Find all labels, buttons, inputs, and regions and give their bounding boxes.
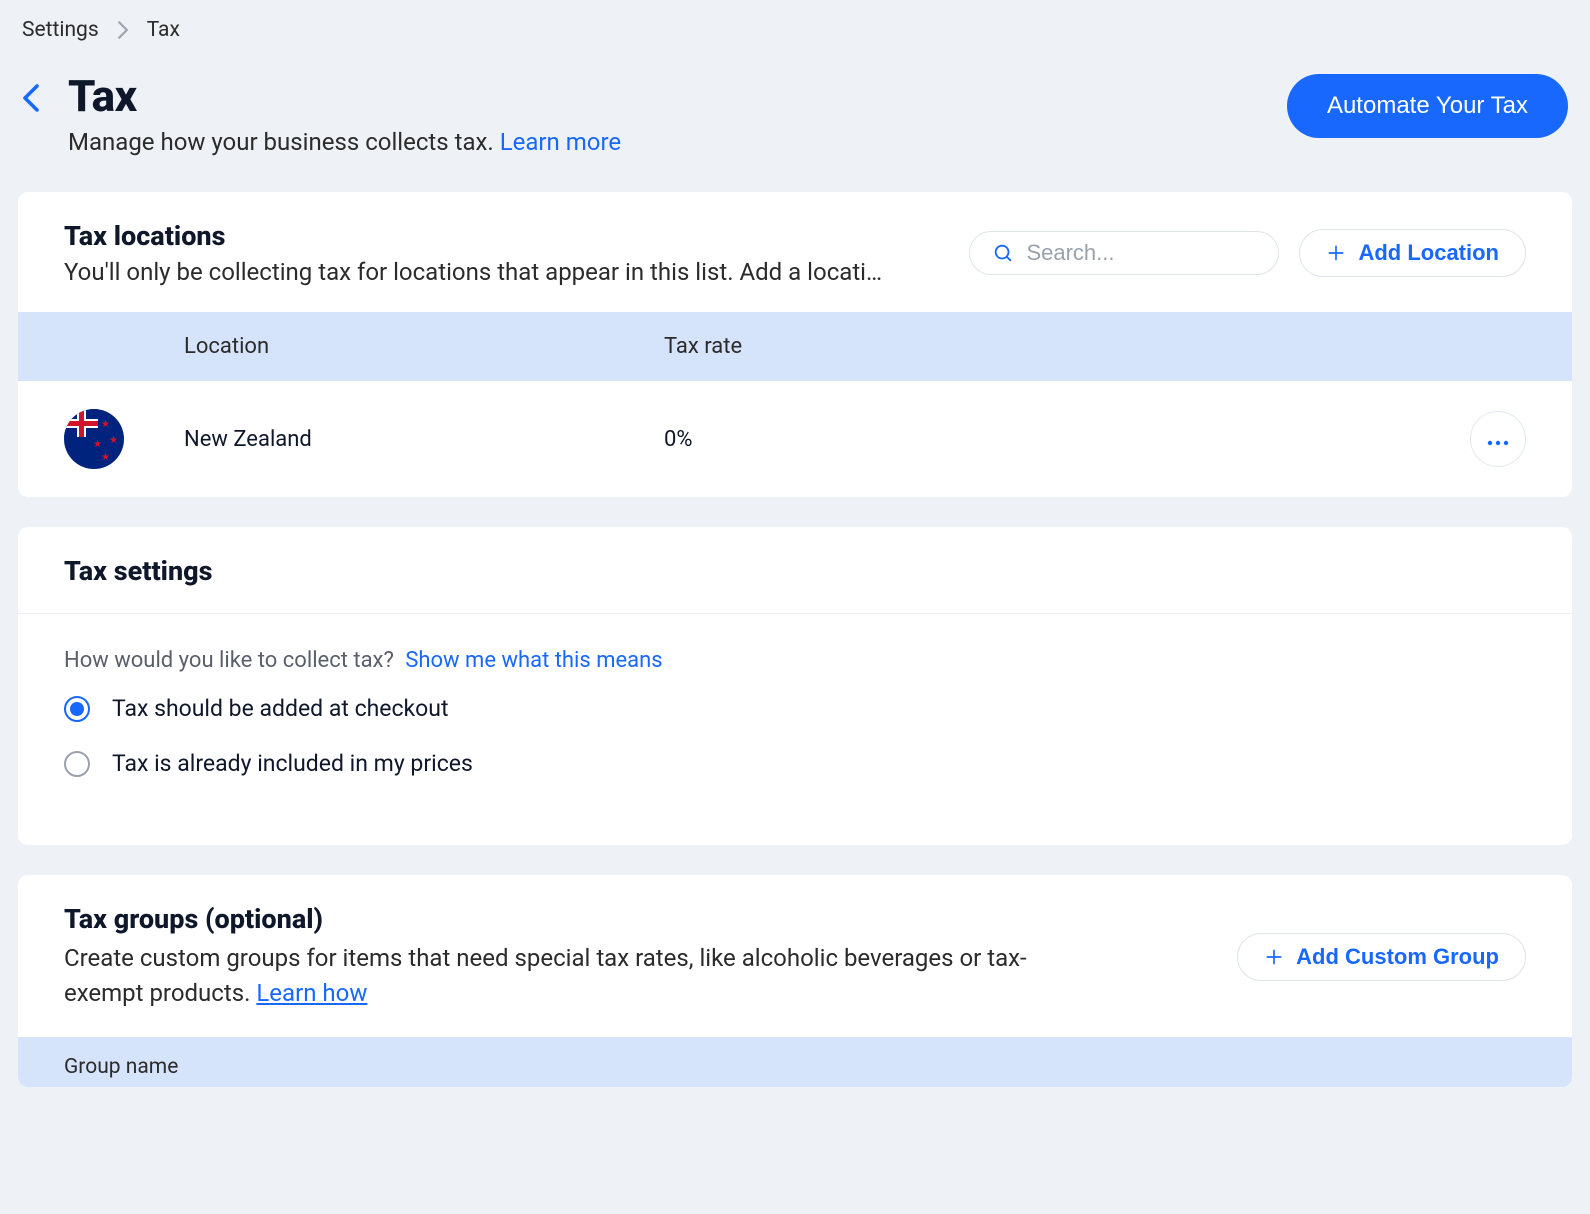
collect-tax-question: How would you like to collect tax? xyxy=(64,648,394,673)
groups-table-header: Group name xyxy=(18,1037,1572,1087)
table-row: ★★★★ New Zealand 0% xyxy=(18,381,1572,497)
breadcrumb-current: Tax xyxy=(147,18,180,42)
radio-option-included-in-prices[interactable]: Tax is already included in my prices xyxy=(64,750,1526,777)
add-location-button[interactable]: Add Location xyxy=(1299,229,1526,277)
locations-table-header: Location Tax rate xyxy=(18,312,1572,381)
more-icon xyxy=(1486,427,1510,452)
breadcrumb: Settings Tax xyxy=(18,14,1572,60)
tax-groups-description: Create custom groups for items that need… xyxy=(64,941,1044,1011)
back-button[interactable] xyxy=(22,70,40,112)
tax-locations-title: Tax locations xyxy=(64,220,884,252)
radio-option-added-at-checkout[interactable]: Tax should be added at checkout xyxy=(64,695,1526,722)
radio-icon xyxy=(64,696,90,722)
radio-icon xyxy=(64,751,90,777)
tax-groups-card: Tax groups (optional) Create custom grou… xyxy=(18,875,1572,1087)
tax-groups-title: Tax groups (optional) xyxy=(64,903,1044,935)
tax-settings-card: Tax settings How would you like to colle… xyxy=(18,527,1572,845)
page-header: Tax Manage how your business collects ta… xyxy=(18,60,1572,192)
tax-locations-description: You'll only be collecting tax for locati… xyxy=(64,258,884,286)
radio-label: Tax is already included in my prices xyxy=(112,750,473,777)
automate-tax-button[interactable]: Automate Your Tax xyxy=(1287,74,1568,138)
tax-settings-title: Tax settings xyxy=(64,555,213,587)
chevron-right-icon xyxy=(117,21,129,39)
search-icon xyxy=(992,242,1014,264)
plus-icon xyxy=(1264,947,1284,967)
learn-more-link[interactable]: Learn more xyxy=(500,128,621,156)
add-custom-group-button[interactable]: Add Custom Group xyxy=(1237,933,1526,981)
radio-label: Tax should be added at checkout xyxy=(112,695,449,722)
breadcrumb-settings[interactable]: Settings xyxy=(22,18,99,42)
add-location-label: Add Location xyxy=(1358,240,1499,266)
row-actions-button[interactable] xyxy=(1470,411,1526,467)
page-title: Tax xyxy=(68,70,621,122)
tax-locations-card: Tax locations You'll only be collecting … xyxy=(18,192,1572,497)
location-search-input[interactable] xyxy=(1026,240,1256,266)
add-custom-group-label: Add Custom Group xyxy=(1296,944,1499,970)
col-group-name: Group name xyxy=(64,1055,178,1079)
page-subtitle: Manage how your business collects tax. L… xyxy=(68,128,621,156)
flag-icon: ★★★★ xyxy=(64,409,124,469)
show-me-link[interactable]: Show me what this means xyxy=(405,648,662,673)
row-tax-rate: 0% xyxy=(664,427,1446,452)
row-location: New Zealand xyxy=(184,427,664,452)
plus-icon xyxy=(1326,243,1346,263)
col-tax-rate: Tax rate xyxy=(664,334,1446,359)
col-location: Location xyxy=(184,334,664,359)
location-search[interactable] xyxy=(969,231,1279,275)
learn-how-link[interactable]: Learn how xyxy=(256,979,367,1007)
